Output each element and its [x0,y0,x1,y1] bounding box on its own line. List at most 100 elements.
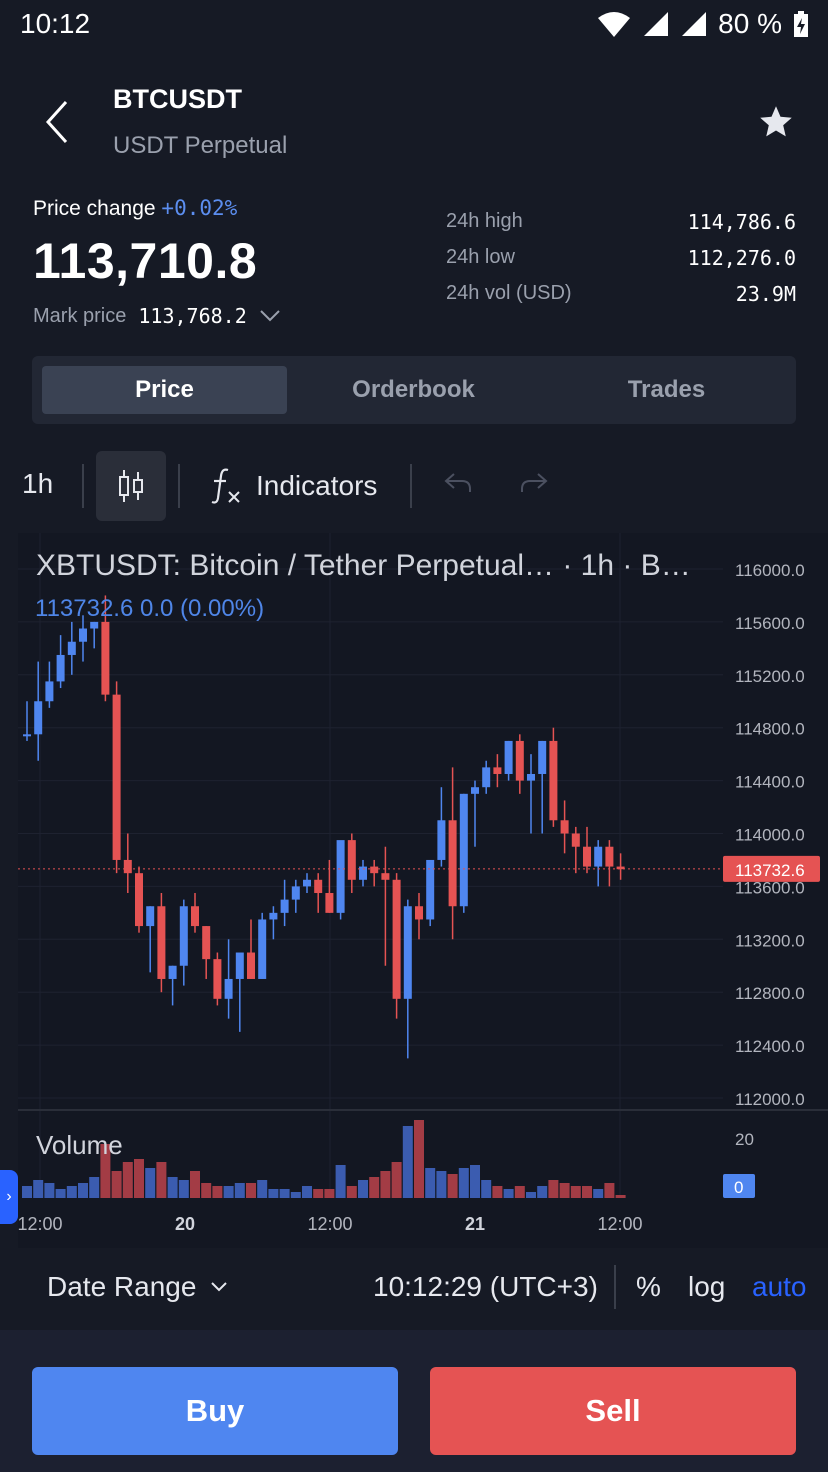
volume-bar [178,1180,189,1198]
y-tick-label: 114000.0 [735,826,805,845]
date-range-selector[interactable]: Date Range [47,1271,228,1303]
candle-body [202,926,211,960]
volume-bar [559,1183,570,1198]
candle-body [258,919,267,979]
undo-icon[interactable] [442,470,474,498]
candle-body [370,866,379,874]
volume-bar [290,1192,301,1198]
volume-bar [380,1171,391,1198]
candle-body [34,701,43,735]
volume-bar [414,1120,424,1198]
indicators-button[interactable]: Indicators [210,466,377,506]
volume-bar [246,1183,256,1198]
sell-button[interactable]: Sell [430,1367,796,1455]
volume-bar [570,1186,581,1198]
candle-body [504,740,513,774]
y-tick-label: 116000.0 [735,561,805,580]
volume-bar [514,1186,525,1198]
interval-button[interactable]: 1h [22,468,53,500]
chevron-down-icon [211,1282,228,1292]
tab-orderbook[interactable]: Orderbook [291,366,536,414]
candle-body [571,833,580,847]
percent-scale-toggle[interactable]: % [636,1271,661,1303]
volume-bar [111,1171,122,1198]
chart-title: XBTUSDT: Bitcoin / Tether Perpetual… · 1… [36,549,691,582]
volume-bar [89,1177,100,1198]
price-chart[interactable]: 116000.0 115600.0 115200.0 114800.0 114400.0… [18,533,828,1248]
candle-body [235,952,244,979]
candle-body [560,820,569,834]
stat-high-label: 24h high [446,210,523,232]
price-change-label: Price change [33,197,156,220]
candle-body [437,820,446,860]
candle-body [45,681,54,702]
volume-bar [358,1180,368,1198]
volume-bar [402,1126,413,1198]
candle-body [247,952,255,979]
volume-bar [492,1186,503,1198]
auto-scale-toggle[interactable]: auto [752,1271,807,1303]
candle-body [403,906,412,999]
candle-body [515,740,524,781]
last-price-tag-label: 113732.6 [735,861,805,880]
symbol-subtitle: USDT Perpetual [113,132,288,159]
volume-bar [537,1186,548,1198]
chart-type-button[interactable] [96,451,166,521]
candle-body [325,893,334,913]
stat-volume-value: 23.9M [735,282,796,306]
candle-body [291,886,300,900]
volume-bar [201,1183,212,1198]
favorite-star-icon[interactable] [758,104,794,140]
y-tick-label: 114400.0 [735,773,805,792]
candle-body [392,879,401,999]
candle-body [79,628,87,642]
y-tick-label: 113200.0 [735,931,805,950]
volume-bar [346,1186,357,1198]
view-tabs: Price Orderbook Trades [32,356,796,424]
candle-body [56,654,65,682]
volume-label: Volume [36,1130,123,1160]
volume-bar [22,1186,32,1198]
candle-body [213,959,222,999]
y-tick-label: 114800.0 [735,720,805,739]
candle-body [67,641,76,655]
x-tick-label: 20 [175,1214,195,1234]
expand-panel-tab[interactable]: › [0,1170,18,1224]
price-change: Price change +0.02% [33,196,237,221]
tab-trades[interactable]: Trades [544,366,789,414]
chart-canvas[interactable]: 116000.0 115600.0 115200.0 114800.0 114400.0… [18,533,828,1248]
status-time: 10:12 [20,8,91,39]
volume-bar [481,1180,492,1198]
volume-bar [526,1192,536,1198]
stat-low-label: 24h low [446,246,515,268]
volume-bar [234,1183,245,1198]
price-stats: Price change +0.02% 113,710.8 Mark price… [0,190,828,340]
candle-body [135,873,143,927]
redo-icon[interactable] [518,470,550,498]
log-scale-toggle[interactable]: log [688,1271,725,1303]
volume-bar [212,1186,223,1198]
candle-body [146,906,155,927]
volume-bar [582,1186,592,1198]
volume-bar [268,1189,279,1198]
mark-price-selector[interactable]: Mark price 113,768.2 [33,304,281,328]
candle-body [538,740,547,774]
volume-bar [167,1177,178,1198]
candle-body [336,840,345,913]
candle-body [157,906,166,979]
buy-button[interactable]: Buy [32,1367,398,1455]
divider [614,1265,616,1309]
candle-body [191,906,199,927]
volume-bar [436,1171,447,1198]
volume-bar [55,1189,66,1198]
tab-price[interactable]: Price [42,366,287,414]
mark-price-value: 113,768.2 [138,304,247,328]
battery-charging-icon [794,11,808,37]
back-arrow-icon[interactable] [40,98,76,146]
clock-timezone[interactable]: 10:12:29 (UTC+3) [373,1271,598,1303]
chevron-down-icon [260,310,280,322]
volume-bar [223,1186,234,1198]
trade-actions: Buy Sell [0,1330,828,1472]
volume-bar [302,1186,312,1198]
candle-body [605,846,614,867]
